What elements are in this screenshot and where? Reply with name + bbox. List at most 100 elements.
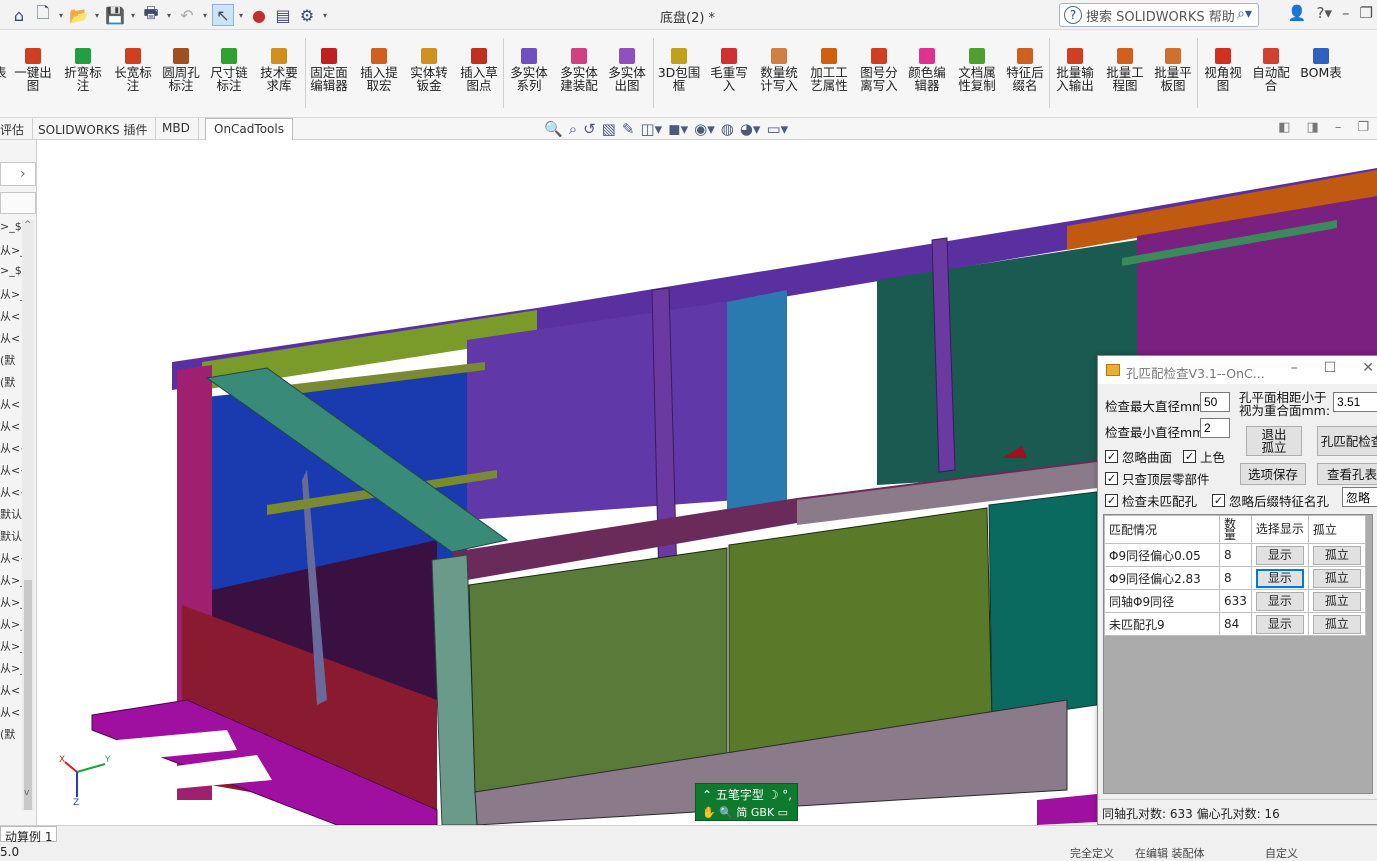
home-icon[interactable]: ⌂ [8, 4, 30, 26]
ribbon-button[interactable]: 批量平板图 [1150, 48, 1196, 92]
isolate-button[interactable]: 孤立 [1312, 545, 1361, 565]
select-pointer-icon[interactable]: ↖ [212, 4, 234, 26]
view-orientation-icon[interactable]: ◫▾ [640, 120, 662, 138]
ime-search-icon[interactable]: 🔍 [719, 806, 736, 819]
ignore-suffix-checkbox[interactable]: ✓ 忽略后缀特征名孔 [1212, 491, 1329, 510]
feature-tree-item[interactable]: 默认 [0, 506, 22, 522]
ignore-suffix-input[interactable] [1342, 487, 1377, 507]
show-button[interactable]: 显示 [1255, 545, 1304, 565]
feature-tree-item[interactable]: >_$ [0, 264, 22, 277]
previous-view-icon[interactable]: ↺ [583, 120, 596, 138]
feature-tree-item[interactable]: 从< [0, 396, 22, 412]
feature-tree-item[interactable]: 从>_ [0, 616, 22, 632]
help-search-input[interactable]: ? 搜索 SOLIDWORKS 帮助 ⌕▾ [1059, 3, 1259, 27]
hide-show-items-icon[interactable]: ◉▾ [694, 120, 715, 138]
minimize-icon[interactable]: – [1342, 4, 1350, 22]
save-options-button[interactable]: 选项保存 [1240, 463, 1306, 485]
ime-mode-label[interactable]: 五笔字型 [716, 788, 764, 802]
ribbon-button[interactable]: 特征后缀名 [1002, 48, 1048, 92]
new-dropdown-icon[interactable]: ▾ [56, 4, 66, 26]
feature-tree-item[interactable]: 从>_ [0, 242, 22, 258]
status-custom[interactable]: 自定义 [1265, 845, 1298, 861]
check-unmatched-checkbox[interactable]: ✓ 检查未匹配孔 [1105, 491, 1197, 510]
ime-charset-label[interactable]: 简 GBK [736, 806, 774, 819]
open-folder-icon[interactable]: 📂 [68, 4, 90, 26]
close-icon[interactable]: ✕ [1362, 360, 1374, 376]
undo-dropdown-icon[interactable]: ▾ [200, 4, 210, 26]
ribbon-button[interactable]: 文档属性复制 [954, 48, 1000, 92]
hole-match-check-button[interactable]: 孔匹配检查 [1317, 426, 1377, 456]
dynamic-annotation-icon[interactable]: ✎ [622, 120, 635, 138]
feature-tree-scrollbar[interactable] [22, 220, 34, 810]
ime-hand-icon[interactable]: ✋ [702, 806, 719, 819]
search-icon[interactable]: ⌕▾ [1237, 6, 1252, 22]
top-level-only-checkbox[interactable]: ✓ 只查顶层零部件 [1105, 469, 1210, 488]
doc-restore-icon[interactable]: ❐ [1357, 120, 1369, 135]
ribbon-button[interactable]: 自动配合 [1248, 48, 1294, 92]
feature-tree-item[interactable]: 从>_ [0, 638, 22, 654]
new-document-icon[interactable]: 🗋 [32, 3, 54, 26]
help-icon[interactable]: ?▾ [1317, 4, 1333, 22]
panel-right-icon[interactable]: ◨ [1307, 120, 1319, 135]
zoom-to-fit-icon[interactable]: 🔍 [544, 120, 563, 138]
ribbon-button[interactable]: 技术要求库 [256, 48, 302, 92]
zoom-to-area-icon[interactable]: ⌕ [569, 120, 577, 138]
display-style-icon[interactable]: ◼▾ [668, 120, 688, 138]
scrollbar-thumb[interactable] [24, 580, 32, 810]
ime-keyboard-icon[interactable]: ▭ [774, 806, 788, 819]
ribbon-button[interactable]: 批量工程图 [1102, 48, 1148, 92]
ribbon-button[interactable]: 折弯标注 [60, 48, 106, 92]
colorize-checkbox[interactable]: ✓ 上色 [1183, 447, 1225, 466]
exit-isolate-button[interactable]: 退出孤立 [1246, 426, 1302, 456]
print-dropdown-icon[interactable]: ▾ [164, 4, 174, 26]
doc-minimize-icon[interactable]: – [1335, 120, 1342, 135]
chevron-right-icon[interactable]: › [20, 166, 26, 182]
panel-left-icon[interactable]: ◧ [1278, 120, 1290, 135]
isolate-button[interactable]: 孤立 [1312, 614, 1361, 634]
show-button[interactable]: 显示 [1255, 591, 1304, 611]
apply-scene-icon[interactable]: ◕▾ [740, 120, 761, 138]
file-properties-icon[interactable]: ▤ [272, 4, 294, 26]
minimize-icon[interactable]: – [1291, 360, 1298, 376]
feature-tree-item[interactable]: 从<< [0, 550, 22, 566]
ribbon-button[interactable]: 尺寸链标注 [206, 48, 252, 92]
isolate-button[interactable]: 孤立 [1312, 591, 1361, 611]
options-dropdown-icon[interactable]: ▾ [320, 4, 330, 26]
feature-tree-item[interactable]: 从>_ [0, 594, 22, 610]
feature-tree-header[interactable] [0, 162, 36, 186]
edit-appearance-icon[interactable]: ◍ [721, 120, 734, 138]
open-dropdown-icon[interactable]: ▾ [92, 4, 102, 26]
feature-tree-item[interactable]: 从< [0, 308, 22, 324]
ribbon-button[interactable]: 插入草图点 [456, 48, 502, 92]
scroll-down-icon[interactable]: v [24, 788, 29, 798]
section-view-icon[interactable]: ▧ [602, 120, 616, 138]
ignore-surface-checkbox[interactable]: ✓ 忽略曲面 [1105, 447, 1172, 466]
restore-icon[interactable]: ❐ [1360, 4, 1373, 22]
ribbon-button[interactable]: 长宽标注 [110, 48, 156, 92]
ribbon-button[interactable]: 实体转钣金 [406, 48, 452, 92]
feature-tree-item[interactable]: 从< [0, 704, 22, 720]
ribbon-button[interactable]: 多实体建装配 [556, 48, 602, 92]
ribbon-button[interactable]: 插入提取宏 [356, 48, 402, 92]
feature-filter-field[interactable] [0, 192, 36, 214]
save-icon[interactable]: 💾 [104, 4, 126, 26]
print-icon[interactable]: 🖶 [140, 3, 162, 26]
feature-tree-item[interactable]: (默 [0, 352, 22, 368]
ribbon-button[interactable]: BOM表 [1298, 48, 1344, 79]
feature-tree-item[interactable]: 默认 [0, 528, 22, 544]
tab-oncadtools[interactable]: OnCadTools [205, 118, 293, 140]
save-dropdown-icon[interactable]: ▾ [128, 4, 138, 26]
ribbon-button[interactable]: 圆周孔标注 [158, 48, 204, 92]
feature-tree-item[interactable]: (默 [0, 726, 22, 742]
show-button[interactable]: 显示 [1255, 614, 1304, 634]
feature-tree-item[interactable]: 从< [0, 682, 22, 698]
ribbon-button[interactable]: 一键出图 [10, 48, 56, 92]
ribbon-button[interactable]: 图号分离写入 [856, 48, 902, 92]
feature-tree-item[interactable]: 从>_ [0, 286, 22, 302]
ribbon-button[interactable]: 加工工艺属性 [806, 48, 852, 92]
tab-evaluate[interactable]: 评估 [0, 118, 34, 140]
select-dropdown-icon[interactable]: ▾ [236, 4, 246, 26]
show-button[interactable]: 显示 [1255, 568, 1304, 588]
min-diameter-input[interactable] [1200, 418, 1230, 438]
ribbon-button[interactable]: 视角视图 [1200, 48, 1246, 92]
